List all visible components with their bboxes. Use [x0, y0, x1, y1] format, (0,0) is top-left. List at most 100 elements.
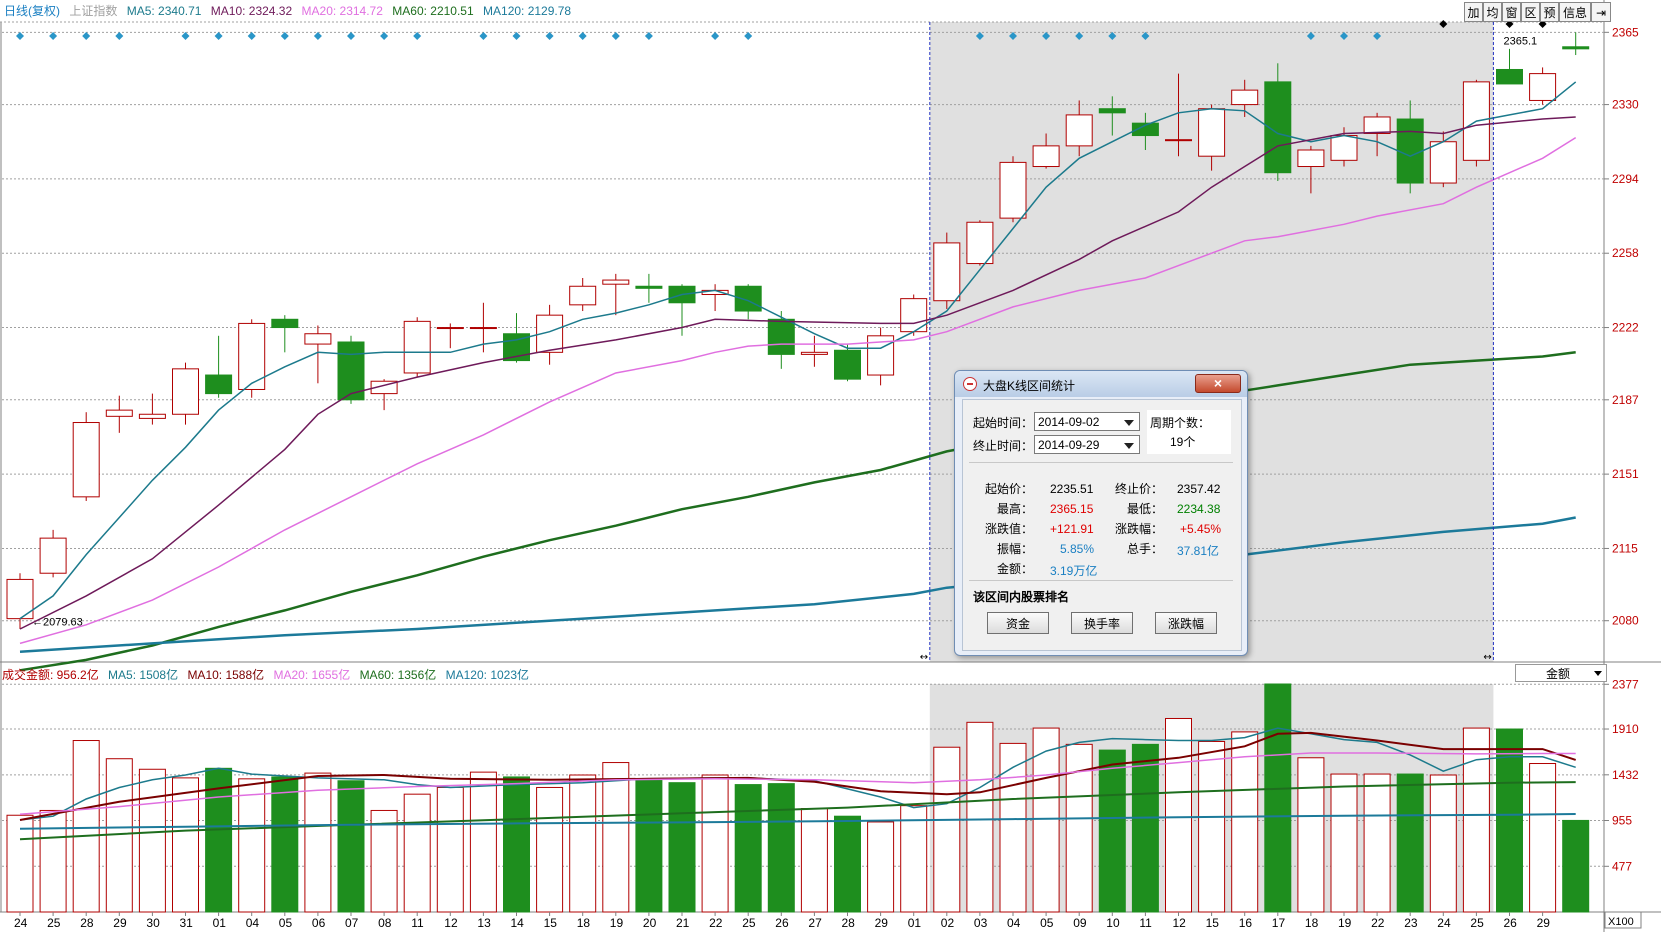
amplitude-label: 振幅：	[997, 542, 1034, 556]
ma120-value: MA120: 2129.78	[483, 4, 572, 18]
rank-fund-button[interactable]: 资金	[987, 612, 1049, 634]
dialog-divider	[969, 580, 1233, 581]
low-value: 2234.38	[1177, 502, 1221, 516]
start-time-label: 起始时间：	[973, 416, 1034, 430]
candle-body	[635, 285, 663, 289]
candle-body	[403, 320, 431, 374]
candle-body	[1231, 89, 1259, 106]
date-label: 15	[544, 916, 558, 930]
candle-body	[1363, 116, 1391, 134]
volume-bar	[1231, 731, 1259, 913]
vol-ma10: MA10: 1588亿	[187, 668, 265, 682]
toolbar-add-button[interactable]: 加	[1464, 2, 1483, 22]
volume-bar	[701, 774, 729, 913]
date-label: 01	[908, 916, 922, 930]
toolbar-info-button[interactable]: 信息	[1559, 2, 1591, 22]
ma10-value: MA10: 2324.32	[210, 4, 293, 18]
start-time-select[interactable]: 2014-09-02	[1034, 412, 1140, 431]
dialog-close-button[interactable]: ×	[1195, 374, 1241, 393]
signal-diamond-icon	[82, 32, 91, 40]
volume-bar	[172, 777, 199, 913]
volume-unit-label: X100	[1608, 916, 1634, 928]
date-label: 01	[213, 916, 227, 930]
low-label: 最低：	[1127, 502, 1164, 516]
candle-body	[1297, 149, 1325, 168]
volume-bar	[867, 821, 895, 913]
date-label: 28	[80, 916, 94, 930]
date-label: 25	[742, 916, 756, 930]
candle-body	[105, 409, 133, 417]
price-tick-label: 2258	[1612, 246, 1639, 260]
price-tick-label: 2115	[1612, 541, 1638, 555]
date-label: 26	[775, 916, 789, 930]
period-label: 日线(复权)	[4, 4, 60, 18]
toolbar-window-button[interactable]: 窗	[1502, 2, 1521, 22]
toolbar-range-button[interactable]: 区	[1521, 2, 1540, 22]
date-label: 29	[113, 916, 127, 930]
volume-bar	[800, 808, 828, 913]
rank-change-button[interactable]: 涨跌幅	[1155, 612, 1217, 634]
volume-bar	[138, 768, 166, 913]
signal-diamond-icon	[413, 32, 422, 40]
close-price-label: 终止价：	[1115, 482, 1164, 496]
volume-bar	[72, 740, 100, 913]
high-value: 2365.15	[1050, 502, 1094, 516]
volume-bar	[1198, 740, 1226, 913]
date-label: 13	[477, 916, 491, 930]
high-label: 最高：	[997, 502, 1034, 516]
volume-bar	[271, 776, 299, 913]
candle-body	[933, 242, 961, 302]
date-label: 18	[577, 916, 591, 930]
start-time-value: 2014-09-02	[1038, 415, 1100, 429]
total-volume-value: 37.81亿	[1177, 544, 1220, 558]
high-price-annotation: 2365.1	[1504, 35, 1538, 47]
candle-body	[1065, 114, 1093, 147]
date-label: 12	[1173, 916, 1187, 930]
date-label: 22	[709, 916, 723, 930]
volume-bar	[999, 742, 1027, 913]
change-label: 涨跌值：	[985, 522, 1034, 536]
volume-bar	[1098, 749, 1126, 913]
date-label: 20	[643, 916, 657, 930]
volume-metric-select[interactable]: 金额	[1515, 664, 1607, 682]
date-label: 24	[14, 916, 28, 930]
volume-bar	[734, 784, 762, 913]
candle-body	[999, 161, 1027, 219]
signal-diamond-icon	[611, 32, 620, 40]
index-name: 上证指数	[69, 4, 118, 18]
low-price-annotation: ←2079.63	[32, 616, 83, 628]
volume-bar	[304, 772, 332, 913]
candle-body	[138, 413, 166, 419]
candle-body	[271, 318, 299, 329]
price-tick-label: 2365	[1612, 25, 1639, 39]
volume-bar	[834, 815, 861, 913]
candle-body	[602, 279, 630, 285]
candle-body	[1165, 139, 1192, 142]
volume-bar	[1429, 774, 1457, 913]
kline-chart[interactable]: 2365233022942258222221872151211520802377…	[0, 0, 1661, 932]
app-icon	[963, 377, 977, 391]
candle-body	[1198, 108, 1226, 157]
amount-value: 3.19万亿	[1050, 564, 1098, 578]
price-tick-label: 2294	[1612, 172, 1639, 186]
volume-bar	[1562, 819, 1590, 913]
toolbar-ma-button[interactable]: 均	[1483, 2, 1502, 22]
volume-bar	[933, 746, 961, 913]
candle-body	[1429, 141, 1457, 184]
date-label: 29	[875, 916, 889, 930]
toolbar-forecast-button[interactable]: 预	[1540, 2, 1559, 22]
signal-diamond-icon	[115, 32, 124, 40]
candle-body	[304, 333, 332, 345]
dialog-titlebar[interactable]: 大盘K线区间统计 ×	[955, 371, 1247, 397]
date-label: 16	[1239, 916, 1253, 930]
end-time-select[interactable]: 2014-09-29	[1034, 435, 1140, 454]
total-volume-label: 总手：	[1127, 542, 1164, 556]
volume-bar	[1396, 773, 1424, 913]
rank-turnover-button[interactable]: 换手率	[1071, 612, 1133, 634]
price-legend: 日线(复权) 上证指数 MA5: 2340.71 MA10: 2324.32 M…	[4, 4, 577, 18]
date-label: 23	[1404, 916, 1418, 930]
toolbar-collapse-button[interactable]: ⇥	[1591, 2, 1611, 22]
signal-diamond-icon	[181, 32, 190, 40]
date-label: 24	[1437, 916, 1451, 930]
volume-bar	[635, 779, 663, 913]
